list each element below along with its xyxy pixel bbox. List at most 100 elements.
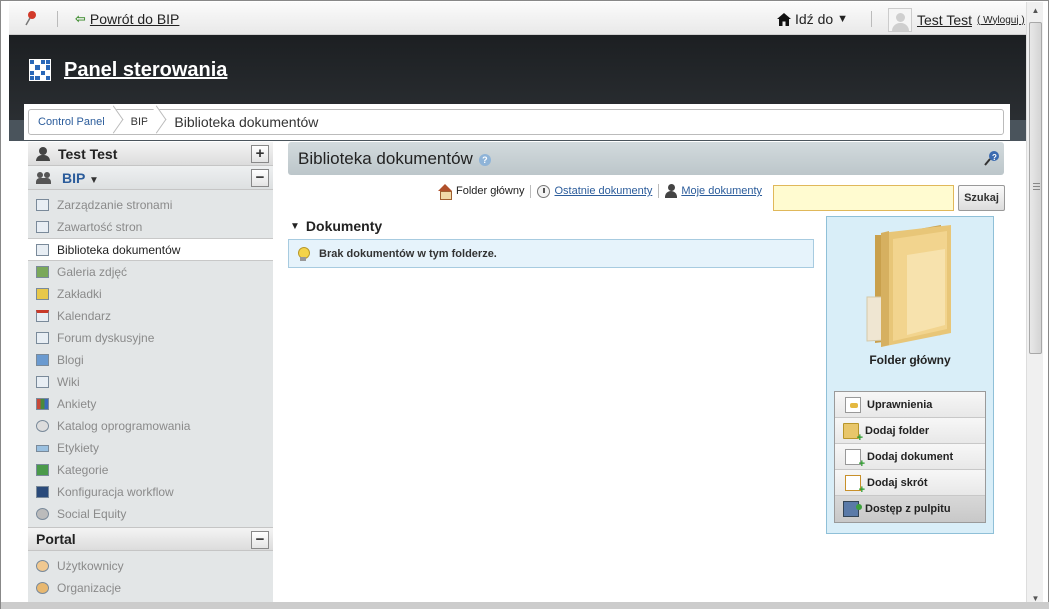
window-bottom-edge	[1, 602, 1049, 609]
sidebar-item-label: Zakładki	[57, 287, 102, 301]
vertical-scrollbar[interactable]: ▲ ▼	[1026, 2, 1043, 607]
lightbulb-icon	[297, 247, 310, 261]
sidebar-item-polls[interactable]: Ankiety	[28, 393, 273, 415]
help-icon[interactable]: ?	[478, 153, 491, 166]
organizations-icon	[36, 582, 49, 594]
site-menu: Zarządzanie stronami Zawartość stron Bib…	[28, 190, 273, 525]
sidebar-item-web-content[interactable]: Zawartość stron	[28, 216, 273, 238]
sidebar-item-wiki[interactable]: Wiki	[28, 371, 273, 393]
go-to-menu[interactable]: Idź do ▼	[777, 11, 848, 27]
dock-separator	[57, 11, 58, 27]
nav-root-folder[interactable]: Folder główny	[432, 184, 530, 200]
back-to-site-link[interactable]: ⇦ Powrót do BIP	[75, 11, 179, 27]
breadcrumb-item-control-panel[interactable]: Control Panel	[29, 110, 115, 134]
permissions-icon	[845, 396, 861, 413]
categories-icon	[36, 464, 49, 476]
sidebar-item-label: Organizacje	[57, 581, 122, 595]
sidebar-item-document-library[interactable]: Biblioteka dokumentów	[28, 238, 273, 261]
sidebar: Test Test + BIP ▼ − Zarządzanie stronami…	[28, 142, 273, 606]
action-label: Dodaj dokument	[867, 450, 954, 463]
sidebar-item-label: Użytkownicy	[57, 559, 124, 573]
breadcrumb-container: Control Panel BIP Biblioteka dokumentów	[24, 104, 1010, 140]
add-folder-button[interactable]: Dodaj folder	[835, 418, 985, 444]
sidebar-item-calendar[interactable]: Kalendarz	[28, 305, 273, 327]
workflow-icon	[36, 486, 49, 498]
sidebar-item-label: Blogi	[57, 353, 84, 367]
sidebar-portal-section: Portal −	[28, 527, 273, 551]
sidebar-item-workflow[interactable]: Konfiguracja workflow	[28, 481, 273, 503]
collapse-button[interactable]: −	[251, 169, 269, 187]
search-input[interactable]	[773, 185, 954, 211]
nav-my-documents[interactable]: Moje dokumenty	[658, 184, 768, 198]
wiki-icon	[36, 376, 49, 388]
dock-separator	[871, 11, 872, 27]
add-document-button[interactable]: Dodaj dokument	[835, 444, 985, 470]
content-icon	[36, 221, 49, 233]
sidebar-item-organizations[interactable]: Organizacje	[28, 577, 273, 599]
collapse-button[interactable]: −	[251, 531, 269, 549]
document-library-icon	[36, 243, 49, 256]
site-selector[interactable]: BIP ▼	[62, 170, 99, 186]
sidebar-item-label: Kalendarz	[57, 309, 112, 323]
add-shortcut-button[interactable]: Dodaj skrót	[835, 470, 985, 496]
home-icon	[438, 184, 452, 200]
documents-section-toggle[interactable]: ▼ Dokumenty	[290, 218, 382, 234]
configuration-icon[interactable]: ?	[984, 150, 1000, 166]
action-label: Uprawnienia	[867, 398, 933, 411]
empty-folder-text: Brak dokumentów w tym folderze.	[319, 247, 497, 260]
desktop-access-button[interactable]: Dostęp z pulpitu	[835, 496, 985, 522]
nav-recent-documents[interactable]: Ostatnie dokumenty	[530, 184, 658, 198]
search-button[interactable]: Szukaj	[958, 185, 1005, 211]
sidebar-item-label: Forum dyskusyjne	[57, 331, 155, 345]
clock-icon	[537, 184, 551, 198]
logout-link[interactable]: ( Wyloguj )	[977, 15, 1025, 26]
svg-text:?: ?	[992, 153, 997, 162]
documents-heading: Dokumenty	[305, 218, 383, 234]
user-icon	[36, 146, 50, 161]
sidebar-item-tags[interactable]: Etykiety	[28, 437, 273, 459]
sidebar-item-label: Konfiguracja workflow	[57, 485, 174, 499]
sidebar-item-bookmarks[interactable]: Zakładki	[28, 283, 273, 305]
pages-icon	[36, 199, 49, 211]
sidebar-item-label: Zarządzanie stronami	[57, 198, 173, 212]
community-icon	[36, 171, 52, 184]
home-icon	[777, 12, 791, 26]
sidebar-item-categories[interactable]: Kategorie	[28, 459, 273, 481]
expand-button[interactable]: +	[251, 145, 269, 163]
portal-label: Portal	[36, 531, 76, 547]
sidebar-item-pages[interactable]: Zarządzanie stronami	[28, 194, 273, 216]
sidebar-item-message-boards[interactable]: Forum dyskusyjne	[28, 327, 273, 349]
users-icon	[36, 560, 49, 572]
software-catalog-icon	[36, 420, 49, 432]
sidebar-item-label: Ankiety	[57, 397, 97, 411]
action-label: Dostęp z pulpitu	[865, 503, 951, 515]
main-content: Biblioteka dokumentów ? ? Folder główny …	[288, 142, 1005, 602]
sidebar-item-label: Etykiety	[57, 441, 100, 455]
breadcrumb: Control Panel BIP Biblioteka dokumentów	[28, 109, 1004, 135]
nav-mine-label: Moje dokumenty	[681, 185, 763, 197]
sidebar-item-software-catalog[interactable]: Katalog oprogramowania	[28, 415, 273, 437]
scrollbar-thumb[interactable]	[1029, 22, 1042, 354]
sidebar-item-blogs[interactable]: Blogi	[28, 349, 273, 371]
sidebar-item-label: Kategorie	[57, 463, 109, 477]
sidebar-item-social-equity[interactable]: Social Equity	[28, 503, 273, 525]
dropdown-arrow-icon: ▼	[88, 174, 99, 186]
sidebar-user-section: Test Test +	[28, 142, 273, 166]
add-shortcut-icon	[845, 474, 865, 495]
dropdown-arrow-icon: ▼	[837, 13, 849, 25]
page-title[interactable]: Panel sterowania	[64, 59, 227, 82]
tags-icon	[36, 444, 49, 452]
permissions-button[interactable]: Uprawnienia	[835, 392, 985, 418]
scroll-up-arrow-icon[interactable]: ▲	[1027, 2, 1044, 19]
portal-menu: Użytkownicy Organizacje	[28, 551, 273, 599]
blogs-icon	[36, 354, 49, 366]
user-name-link[interactable]: Test Test	[917, 12, 972, 28]
sidebar-item-label: Biblioteka dokumentów	[57, 242, 181, 257]
add-folder-icon	[843, 422, 863, 443]
avatar[interactable]	[888, 8, 912, 32]
sidebar-item-image-gallery[interactable]: Galeria zdjęć	[28, 261, 273, 283]
sidebar-item-users[interactable]: Użytkownicy	[28, 555, 273, 577]
go-to-label: Idź do	[795, 11, 834, 27]
pin-icon[interactable]	[23, 10, 39, 26]
breadcrumb-item-current: Biblioteka dokumentów	[174, 114, 319, 130]
